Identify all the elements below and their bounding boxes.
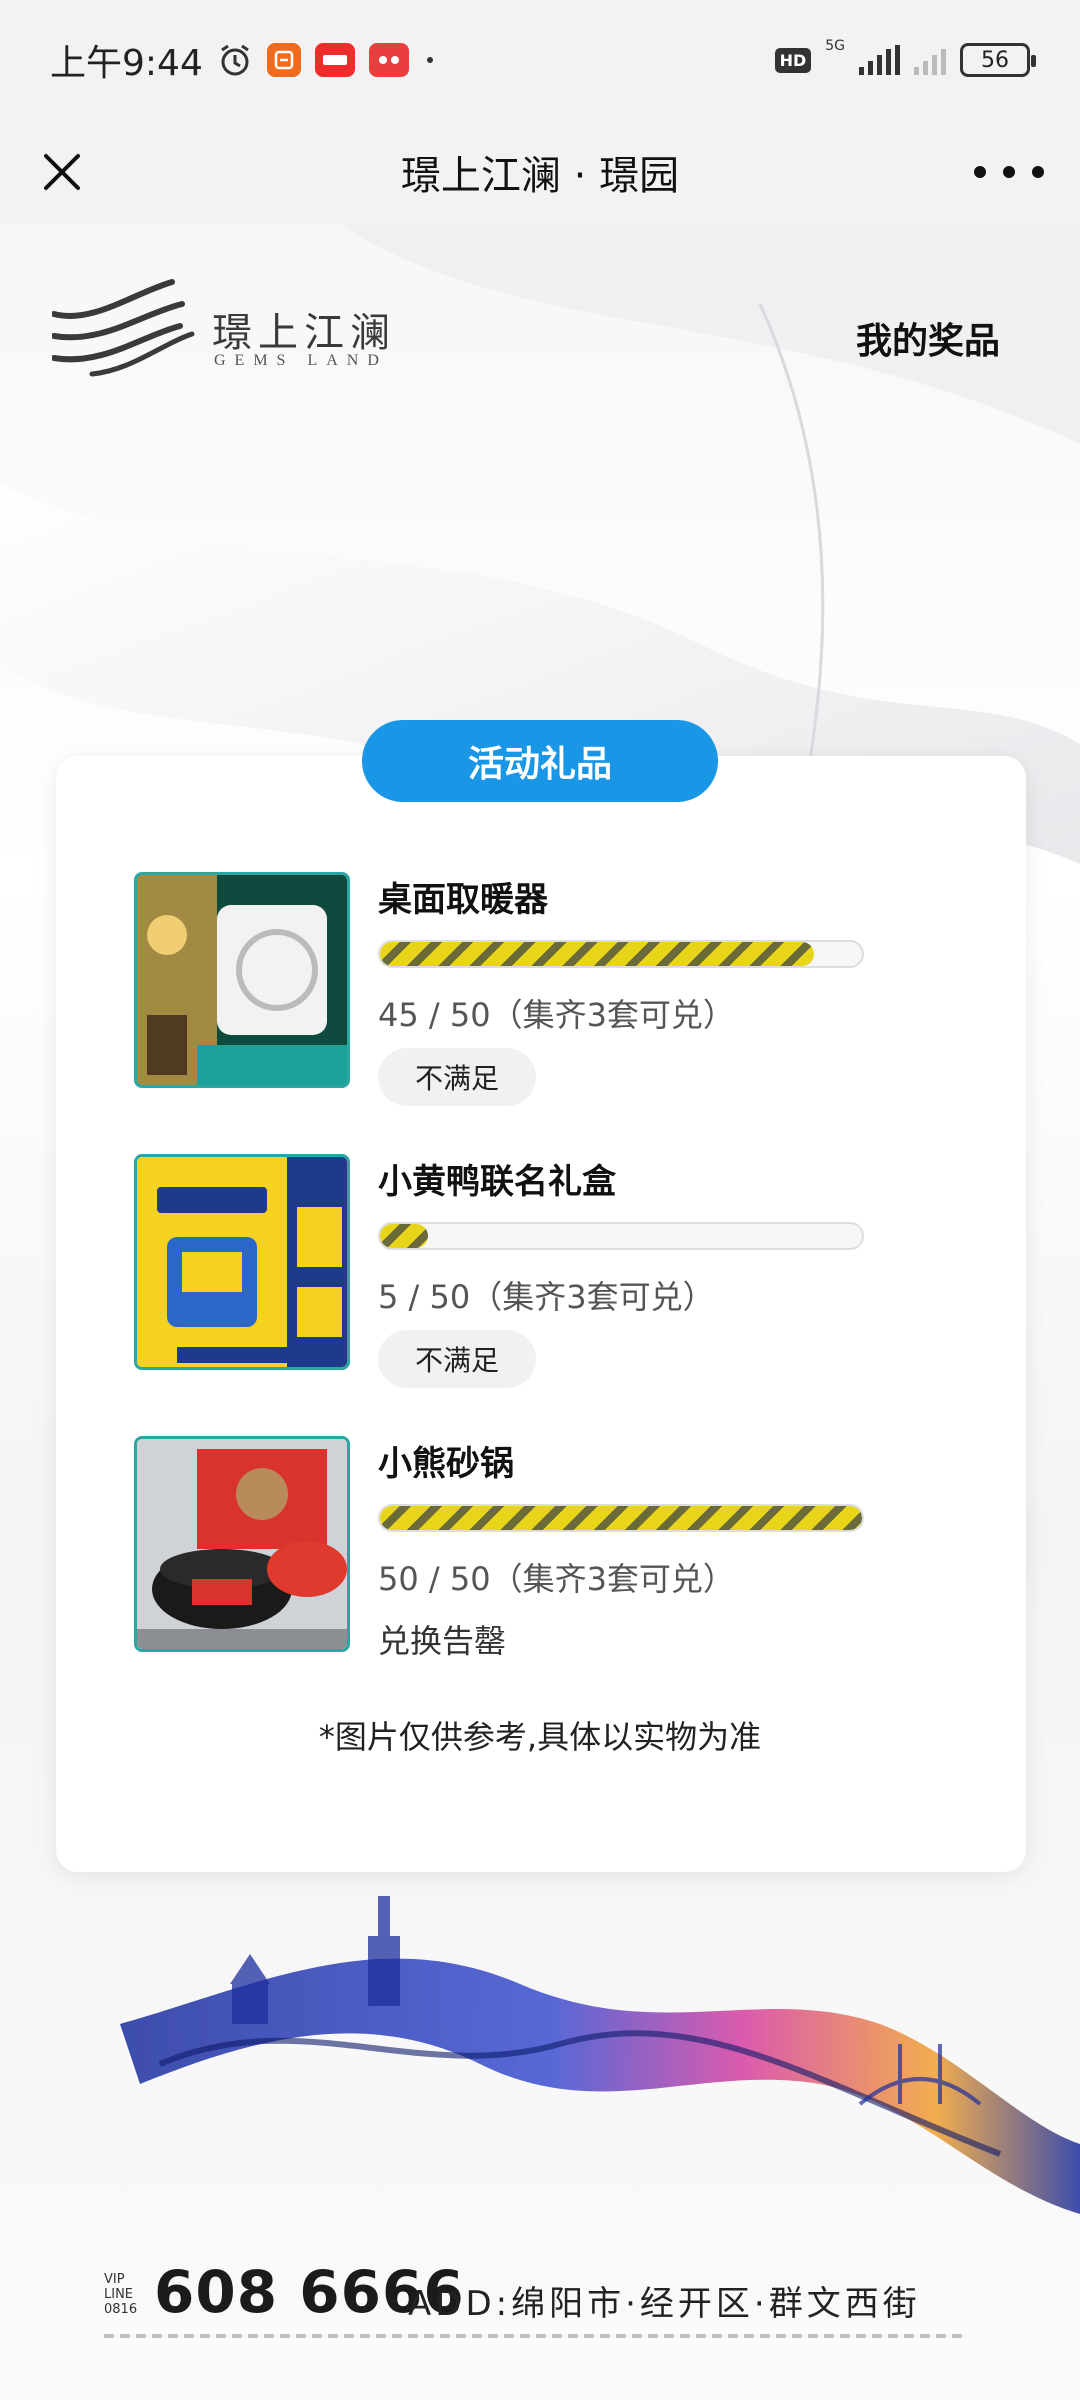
address: ADD:绵阳市·经开区·群文西街 <box>408 2284 921 2324</box>
battery-icon: 56 <box>960 43 1036 77</box>
more-dot-icon <box>974 166 986 178</box>
gift-image-duck-box <box>134 1154 350 1370</box>
gift-count: 5 / 50（集齐3套可兑） <box>378 1278 715 1316</box>
signal-2-icon <box>914 45 946 75</box>
gift-name: 桌面取暖器 <box>378 880 548 920</box>
disclaimer-note: *图片仅供参考,具体以实物为准 <box>318 1718 762 1756</box>
progress-bar <box>378 940 864 968</box>
more-menu-button[interactable] <box>974 146 1044 198</box>
more-notifications-icon <box>423 53 437 67</box>
news-app-icon <box>314 43 355 77</box>
sold-out-status: 兑换告罄 <box>378 1622 507 1660</box>
progress-bar <box>378 1504 864 1532</box>
alarm-icon <box>217 42 253 78</box>
more-dot-icon <box>1032 166 1044 178</box>
status-badge: 不满足 <box>378 1330 536 1388</box>
vip-line-label: VIP LINE 0816 <box>104 2272 138 2317</box>
more-dot-icon <box>1003 166 1015 178</box>
my-prizes-link[interactable]: 我的奖品 <box>856 312 1000 364</box>
page-title: 璟上江澜 · 璟园 <box>400 153 680 199</box>
nav-bar: 璟上江澜 · 璟园 <box>0 120 1080 224</box>
gift-item[interactable]: 小黄鸭联名礼盒 5 / 50（集齐3套可兑） 不满足 <box>134 1154 894 1388</box>
video-app-icon <box>368 43 409 77</box>
brand-name: 璟上江澜 <box>212 310 396 356</box>
gift-name: 小黄鸭联名礼盒 <box>378 1162 616 1202</box>
gift-image-casserole <box>134 1436 350 1652</box>
progress-fill <box>380 1224 429 1248</box>
gift-item[interactable]: 桌面取暖器 45 / 50（集齐3套可兑） 不满足 <box>134 872 894 1106</box>
status-bar: 上午9:44 HD 5G 56 <box>0 0 1080 120</box>
status-left: 上午9:44 <box>50 34 437 86</box>
gift-name: 小熊砂锅 <box>378 1444 514 1484</box>
progress-fill <box>380 942 814 966</box>
status-badge: 不满足 <box>378 1048 536 1106</box>
card-title-pill: 活动礼品 <box>362 720 718 802</box>
progress-bar <box>378 1222 864 1250</box>
signal-icon <box>859 45 900 75</box>
brand-english-name: GEMS LAND <box>214 352 388 369</box>
close-icon <box>44 154 80 190</box>
taobao-app-icon <box>266 43 301 77</box>
footer: VIP LINE 0816 608 6666 ADD:绵阳市·经开区·群文西街 <box>104 2254 984 2354</box>
network-label: 5G <box>825 38 845 54</box>
gift-image-heater <box>134 872 350 1088</box>
gift-item[interactable]: 小熊砂锅 50 / 50（集齐3套可兑） 兑换告罄 <box>134 1436 894 1660</box>
fine-print-line <box>104 2334 964 2338</box>
status-time: 上午9:44 <box>50 43 203 84</box>
battery-level: 56 <box>981 47 1009 73</box>
gift-count: 50 / 50（集齐3套可兑） <box>378 1560 735 1598</box>
progress-fill <box>380 1506 862 1530</box>
hd-badge: HD <box>774 47 812 73</box>
status-right: HD 5G 56 <box>774 38 1036 77</box>
close-button[interactable] <box>32 142 92 202</box>
gift-count: 45 / 50（集齐3套可兑） <box>378 996 735 1034</box>
